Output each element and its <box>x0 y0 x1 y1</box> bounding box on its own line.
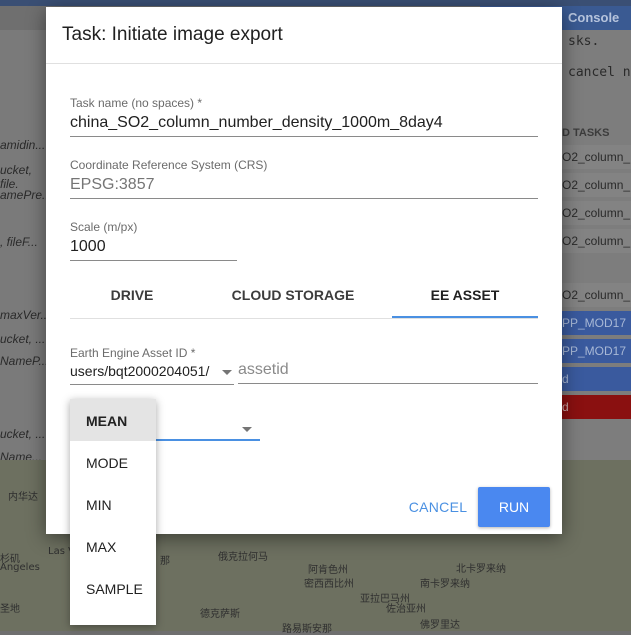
code-line: maxVer... <box>0 308 51 322</box>
asset-id-label: Earth Engine Asset ID * <box>70 346 196 360</box>
dialog-title: Task: Initiate image export <box>62 24 283 45</box>
map-label: 阿肯色州 <box>308 565 348 576</box>
menu-item-max[interactable]: MAX <box>70 525 156 567</box>
map-label: 德克萨斯 <box>200 609 240 620</box>
console-tab-label: Console <box>568 10 620 25</box>
asset-folder-value: users/bqt2000204051/ <box>70 363 210 379</box>
scale-label: Scale (m/px) <box>70 220 138 234</box>
map-label: 内华达 <box>8 492 38 503</box>
asset-id-field[interactable] <box>238 359 538 384</box>
map-label: 路易斯安那 <box>282 624 332 635</box>
task-row[interactable]: PP_MOD17 <box>562 339 631 363</box>
scale-input[interactable]: 1000 <box>70 238 237 259</box>
code-line: ucket, ... <box>0 427 46 441</box>
tab-ee-asset[interactable]: EE ASSET <box>392 276 538 318</box>
task-row[interactable]: O2_column_ <box>562 145 631 169</box>
console-line: sks. <box>568 34 600 49</box>
map-label: 密西西比州 <box>304 579 354 590</box>
crs-input[interactable]: EPSG:3857 <box>70 176 538 197</box>
code-line: ucket, ... <box>0 332 46 346</box>
cancel-button[interactable]: CANCEL <box>398 493 478 521</box>
active-tab-indicator <box>392 316 538 318</box>
map-label: 南卡罗来纳 <box>420 579 470 590</box>
task-row[interactable]: O2_column_ <box>562 201 631 225</box>
map-label: 北卡罗来纳 <box>456 564 506 575</box>
scale-field[interactable]: Scale (m/px) 1000 <box>70 220 237 261</box>
chevron-down-icon <box>222 370 232 375</box>
run-button[interactable]: RUN <box>478 487 550 527</box>
chevron-down-icon <box>242 427 252 432</box>
export-destination-tabs: DRIVE CLOUD STORAGE EE ASSET <box>70 276 538 319</box>
asset-id-input[interactable] <box>238 359 538 381</box>
task-name-underline <box>70 136 538 137</box>
console-line: cancel n <box>568 65 631 80</box>
menu-item-min[interactable]: MIN <box>70 483 156 525</box>
task-row[interactable]: d <box>562 367 631 391</box>
map-label: 佐治亚州 <box>386 604 426 615</box>
task-row[interactable]: PP_MOD17 <box>562 311 631 335</box>
map-label: Angeles <box>0 562 40 573</box>
asset-folder-select[interactable]: users/bqt2000204051/ <box>70 363 234 385</box>
task-row[interactable]: O2_column_ <box>562 283 631 307</box>
map-label: 那 <box>160 556 170 567</box>
task-row[interactable]: O2_column_ <box>562 173 631 197</box>
code-editor-pane: amidin... ucket, file. amePre... , fileF… <box>0 30 52 464</box>
tasks-header: D TASKS <box>562 127 610 139</box>
menu-item-sample[interactable]: SAMPLE <box>70 567 156 609</box>
task-row[interactable]: O2_column_ <box>562 229 631 253</box>
code-line: amePre... <box>0 188 53 202</box>
map-label: 佛罗里达 <box>420 620 460 631</box>
tab-cloud-storage[interactable]: CLOUD STORAGE <box>194 276 392 318</box>
code-line: NameP... <box>0 354 49 368</box>
crs-underline <box>70 198 538 199</box>
task-name-input[interactable]: china_SO2_column_number_density_1000m_8d… <box>70 114 538 135</box>
tab-drive[interactable]: DRIVE <box>70 276 194 318</box>
task-name-field[interactable]: Task name (no spaces) * china_SO2_column… <box>70 96 538 137</box>
task-row[interactable]: d <box>562 395 631 419</box>
map-label: 俄克拉何马 <box>218 552 268 563</box>
pyramiding-policy-menu: MEAN MODE MIN MAX SAMPLE <box>70 399 156 625</box>
task-name-label: Task name (no spaces) * <box>70 96 203 110</box>
scale-underline <box>70 260 237 261</box>
map-label: 圣地 <box>0 604 20 615</box>
crs-label: Coordinate Reference System (CRS) <box>70 158 268 172</box>
title-divider <box>46 63 562 64</box>
code-line: amidin... <box>0 138 46 152</box>
code-line: , fileF... <box>0 235 38 249</box>
menu-item-mode[interactable]: MODE <box>70 441 156 483</box>
asset-folder-underline <box>70 384 234 385</box>
menu-item-mean[interactable]: MEAN <box>70 399 156 441</box>
asset-id-underline <box>238 383 538 384</box>
code-line: ucket, file. <box>0 163 33 191</box>
crs-field[interactable]: Coordinate Reference System (CRS) EPSG:3… <box>70 158 538 199</box>
